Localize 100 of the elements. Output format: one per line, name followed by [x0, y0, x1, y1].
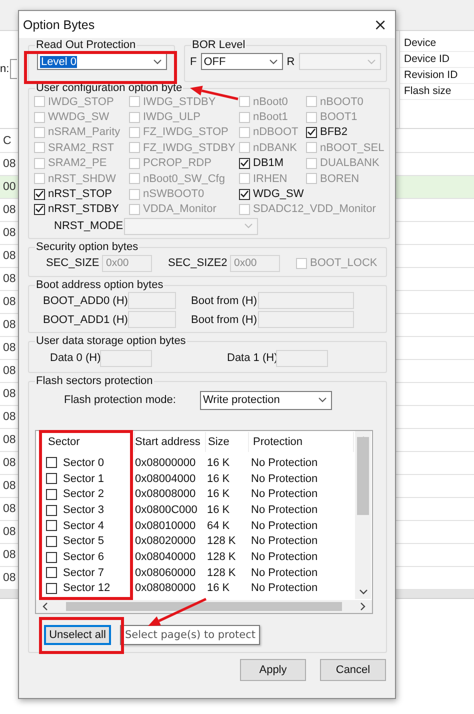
text-field[interactable]	[100, 350, 152, 367]
dialog-button[interactable]: Cancel	[320, 659, 386, 682]
checkbox-label: nRST_STOP	[48, 188, 112, 200]
checkbox[interactable]	[46, 567, 57, 578]
text-field[interactable]	[276, 350, 328, 367]
checkbox-label: nSRAM_Parity	[48, 126, 120, 138]
table-cell-text: 08	[2, 526, 16, 538]
checkbox-label: SRAM2_RST	[48, 142, 114, 154]
checkbox-label: IWDG_ULP	[143, 111, 200, 124]
table-cell-text: 08	[2, 273, 16, 285]
field-label: Flash protection mode:	[63, 394, 177, 406]
chevron-down-icon	[268, 58, 278, 64]
checkmark-icon	[307, 128, 316, 136]
dropdown[interactable]: Write protection	[200, 390, 332, 410]
scroll-right-icon	[360, 602, 366, 612]
column-header[interactable]: Start address	[135, 432, 206, 452]
table-cell-text: 16 K	[206, 582, 231, 594]
group-title: Security option bytes	[35, 241, 140, 254]
table-cell-text: 08	[2, 549, 16, 561]
checkbox-label: nSWBOOT0	[143, 188, 204, 200]
dropdown[interactable]: Level 0	[37, 53, 167, 70]
checkbox[interactable]	[46, 536, 57, 547]
field-label: BOOT_ADD1 (H)	[42, 314, 128, 326]
table-cell-text: 08	[2, 296, 16, 308]
table-cell-text: 08	[2, 388, 16, 400]
checkbox-label: nBoot0_SW_Cfg	[143, 172, 225, 185]
checkbox-label: IRHEN	[253, 172, 288, 185]
chevron-down-icon	[318, 397, 327, 404]
checkbox-label: FZ_IWDG_STOP	[143, 126, 228, 138]
close-button[interactable]: ×	[366, 15, 395, 34]
table-cell-text: 08	[2, 158, 16, 170]
checkbox[interactable]	[46, 457, 57, 468]
column-header[interactable]: Sector	[36, 432, 135, 452]
text-field[interactable]	[128, 292, 176, 310]
checkbox-label: FZ_IWDG_STDBY	[143, 142, 236, 154]
checkbox-label: DB1M	[253, 157, 284, 170]
text-field[interactable]	[128, 311, 176, 328]
checkbox[interactable]	[306, 126, 317, 138]
checkbox[interactable]	[46, 488, 57, 500]
table-cell-text: No Protection	[250, 582, 319, 594]
text-field[interactable]	[258, 292, 354, 310]
checkbox[interactable]	[46, 582, 57, 594]
checkbox[interactable]	[239, 158, 250, 169]
checkbox[interactable]	[34, 188, 45, 200]
dialog-button[interactable]: Apply	[240, 659, 306, 682]
table-cell-text: No Protection	[250, 535, 319, 548]
column-header[interactable]: Size	[206, 432, 249, 452]
checkbox-label: Sector 5	[63, 535, 104, 548]
table-cell-text: 0x08010000	[135, 520, 197, 532]
table-cell-text: 08	[2, 227, 16, 239]
field-label: F	[190, 56, 197, 68]
field-label: BOOT_ADD0 (H)	[42, 294, 128, 307]
checkbox-label: SDADC12_VDD_Monitor	[253, 203, 376, 216]
table-cell-text: 08	[2, 480, 16, 492]
dropdown[interactable]	[10, 59, 18, 79]
table-cell-text: 0x08008000	[135, 488, 197, 500]
table-cell-text: No Protection	[250, 551, 319, 564]
checkbox-label: VDDA_Monitor	[143, 203, 216, 216]
checkbox[interactable]	[46, 552, 57, 563]
checkbox-label: nBoot0	[253, 96, 288, 108]
scrollbar-thumb[interactable]	[357, 436, 369, 515]
table-cell-text: No Protection	[250, 566, 319, 579]
checkbox[interactable]	[46, 520, 57, 532]
table-cell-text: 08	[2, 572, 16, 584]
checkbox-label: DUALBANK	[320, 157, 380, 170]
table-cell-text: 16 K	[206, 456, 231, 469]
checkbox-label: nDBANK	[253, 142, 298, 154]
table-cell-text: 0x08000000	[135, 456, 197, 469]
checkbox-label: Sector 3	[63, 504, 104, 516]
checkbox-label: IWDG_STDBY	[143, 96, 216, 108]
scrollbar[interactable]	[355, 431, 371, 600]
checkbox[interactable]	[46, 473, 57, 484]
field-label: Boot from (H)	[190, 314, 258, 326]
table-cell-text: No Protection	[250, 488, 319, 500]
table-cell-text: No Protection	[250, 520, 319, 532]
checkbox[interactable]	[46, 504, 57, 516]
dropdown[interactable]: OFF	[200, 53, 283, 70]
checkbox-label: PCROP_RDP	[143, 157, 212, 170]
scrollbar-thumb[interactable]	[66, 602, 342, 612]
checkbox[interactable]	[34, 204, 45, 215]
scrollbar[interactable]	[36, 600, 372, 614]
group-title: User data storage option bytes	[35, 335, 187, 348]
text-field[interactable]	[258, 311, 354, 328]
checkbox-label: nRST_STDBY	[48, 203, 119, 216]
checkmark-icon	[240, 190, 249, 198]
checkbox-label: SRAM2_PE	[48, 157, 107, 170]
field-label: SEC_SIZE2	[168, 257, 228, 270]
table-cell-text: 00	[2, 181, 16, 193]
field-label: SEC_SIZE	[45, 257, 100, 270]
table-cell-text: 08	[2, 503, 16, 515]
chevron-down-icon	[153, 58, 162, 64]
checkbox[interactable]	[239, 188, 250, 200]
unselect-button[interactable]: Unselect all	[44, 625, 111, 646]
checkbox-label: BOOT_LOCK	[310, 257, 378, 270]
tooltip: Select page(s) to protect	[120, 625, 260, 646]
field-label: R	[286, 56, 295, 68]
checkmark-icon	[240, 159, 249, 168]
checkbox-label: IWDG_STOP	[48, 96, 114, 108]
column-header[interactable]: Protection	[249, 432, 354, 452]
table-cell-text: 16 K	[206, 472, 231, 485]
